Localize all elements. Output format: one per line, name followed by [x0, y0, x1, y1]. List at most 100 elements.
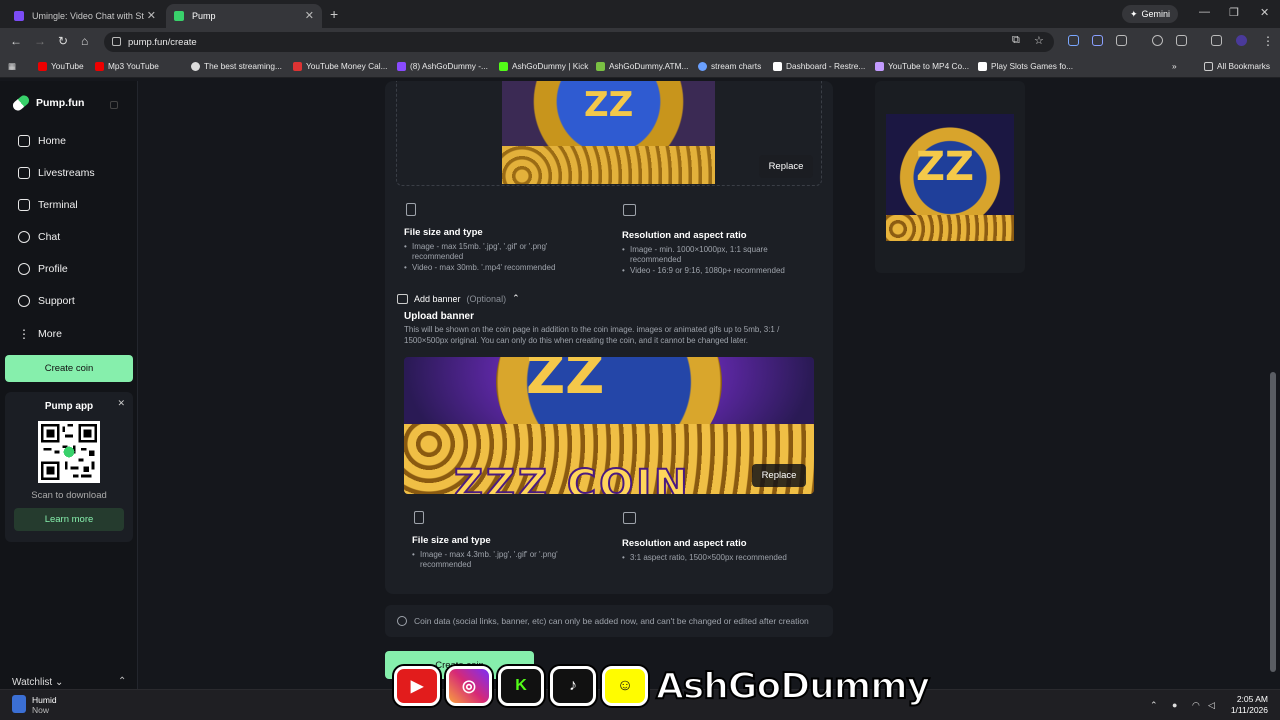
- home-icon[interactable]: ⌂: [81, 34, 88, 48]
- new-tab-icon[interactable]: +: [330, 6, 338, 22]
- close-icon[interactable]: ✕: [117, 398, 125, 409]
- create-coin-sidebar-button[interactable]: Create coin: [5, 355, 133, 382]
- sidebar-item-support[interactable]: Support: [18, 295, 75, 307]
- bookmark-atm[interactable]: AshGoDummy.ATM...: [596, 61, 688, 71]
- bookmark-kick[interactable]: AshGoDummy | Kick: [499, 61, 588, 71]
- forward-icon[interactable]: →: [34, 34, 46, 48]
- info-icon: [397, 616, 407, 626]
- address-bar[interactable]: pump.fun/create: [104, 32, 1054, 52]
- candlestick-icon: [18, 199, 30, 211]
- tab-pump[interactable]: Pump ✕: [166, 4, 322, 28]
- sidebar-item-home[interactable]: Home: [18, 135, 66, 147]
- bookmark-slots[interactable]: Play Slots Games fo...: [978, 61, 1073, 71]
- clock-date: 1/11/2026: [1230, 705, 1268, 715]
- extensions-puzzle-icon[interactable]: [1116, 35, 1127, 46]
- requirement-item: Image - max 4.3mb. '.jpg', '.gif' or '.p…: [412, 550, 582, 571]
- file-icon: [414, 511, 424, 524]
- bookmark-youtube[interactable]: YouTube: [38, 61, 84, 71]
- bookmark-streaming[interactable]: The best streaming...: [191, 61, 282, 71]
- collapse-sidebar-icon[interactable]: [110, 101, 118, 109]
- bookmark-yt-mp4[interactable]: YouTube to MP4 Co...: [875, 61, 969, 71]
- calculator-icon: [293, 61, 302, 71]
- bookmark-label: Mp3 YouTube: [108, 61, 159, 71]
- replace-image-button[interactable]: Replace: [759, 155, 813, 178]
- watchlist-label: Watchlist: [12, 677, 53, 688]
- scan-to-download-text: Scan to download: [31, 490, 107, 501]
- all-bookmarks-button[interactable]: All Bookmarks: [1204, 61, 1270, 71]
- close-tab-icon[interactable]: ✕: [147, 9, 156, 22]
- history-icon[interactable]: [1152, 35, 1163, 46]
- volume-icon[interactable]: ◁: [1208, 700, 1215, 711]
- bookmark-label: Dashboard - Restre...: [786, 61, 866, 71]
- wifi-icon[interactable]: ◠: [1192, 700, 1200, 711]
- image-icon: [397, 293, 408, 304]
- coin-pile-art: [502, 146, 715, 184]
- site-info-icon[interactable]: [112, 37, 121, 46]
- gemini-button[interactable]: ✦ Gemini: [1122, 5, 1179, 23]
- add-banner-toggle[interactable]: Add banner (Optional) ⌃: [397, 293, 520, 304]
- file-size-title: File size and type: [404, 227, 483, 238]
- snapchat-icon: ☺: [602, 666, 648, 706]
- install-app-icon[interactable]: ⧉: [1012, 34, 1020, 47]
- reading-mode-icon[interactable]: [1211, 35, 1222, 46]
- close-tab-icon[interactable]: ✕: [305, 9, 314, 22]
- learn-more-button[interactable]: Learn more: [14, 508, 124, 531]
- bookmark-label: YouTube: [51, 61, 84, 71]
- profile-avatar-icon[interactable]: [1236, 35, 1247, 46]
- requirement-item: Video - max 30mb. '.mp4' recommended: [404, 263, 589, 274]
- resolution-title: Resolution and aspect ratio: [622, 538, 747, 549]
- sidebar-item-more[interactable]: ⋮ More: [18, 327, 62, 341]
- bookmark-star-icon[interactable]: ☆: [1034, 34, 1044, 47]
- tab-umingle[interactable]: Umingle: Video Chat with Stran ✕: [6, 4, 164, 28]
- home-icon: [18, 135, 30, 147]
- expand-watchlist-icon[interactable]: ⌃: [118, 676, 126, 687]
- optional-label: (Optional): [466, 293, 507, 304]
- sidebar-item-livestreams[interactable]: Livestreams: [18, 167, 95, 179]
- extension-star-icon[interactable]: [1092, 35, 1103, 46]
- brand-name: Pump.fun: [36, 97, 85, 109]
- browser-nav-bar: ← → ↻ ⌂ pump.fun/create ⧉ ☆ ⋮: [0, 28, 1280, 56]
- headset-icon: [18, 295, 30, 307]
- sidebar-item-terminal[interactable]: Terminal: [18, 199, 78, 211]
- bookmark-twitch[interactable]: (8) AshGoDummy -...: [397, 61, 488, 71]
- clock-time: 2:05 AM: [1236, 694, 1268, 704]
- replace-banner-button[interactable]: Replace: [752, 464, 806, 487]
- minimize-icon[interactable]: —: [1199, 6, 1210, 18]
- system-clock[interactable]: 2:05 AM 1/11/2026: [1224, 694, 1268, 716]
- tab-search-icon[interactable]: [1176, 35, 1187, 46]
- file-icon: [406, 203, 416, 216]
- bookmark-stream-charts[interactable]: stream charts: [698, 61, 761, 71]
- reload-icon[interactable]: ↻: [58, 34, 68, 48]
- brand-logo[interactable]: Pump.fun: [10, 93, 85, 113]
- tray-overflow-icon[interactable]: ⌃: [1150, 700, 1158, 711]
- pump-app-title: Pump app: [44, 401, 94, 412]
- bookmark-label: stream charts: [711, 61, 762, 71]
- close-window-icon[interactable]: ✕: [1260, 6, 1269, 19]
- bookmark-mp3-youtube[interactable]: Mp3 YouTube: [95, 61, 159, 71]
- restore-icon[interactable]: ❐: [1229, 6, 1239, 19]
- apps-grid-icon[interactable]: ▦: [8, 61, 16, 71]
- sidebar-item-label: More: [38, 328, 62, 340]
- weather-widget[interactable]: Humid Now: [12, 695, 57, 715]
- tiktok-icon: ♪: [550, 666, 596, 706]
- browser-tab-bar: Umingle: Video Chat with Stran ✕ Pump ✕ …: [0, 0, 1280, 28]
- sidebar-item-profile[interactable]: Profile: [18, 263, 68, 275]
- image-resolution-requirements: Resolution and aspect ratio Image - min.…: [622, 230, 812, 276]
- requirement-item: Image - min. 1000×1000px, 1:1 square rec…: [622, 245, 812, 266]
- page-scrollbar[interactable]: [1270, 372, 1276, 672]
- microphone-icon[interactable]: ●: [1172, 700, 1177, 710]
- sidebar-item-label: Livestreams: [38, 167, 95, 179]
- extension-shield-icon[interactable]: [1068, 35, 1079, 46]
- banner-resolution-requirements: Resolution and aspect ratio 3:1 aspect r…: [622, 538, 812, 563]
- watchlist-toggle[interactable]: Watchlist ⌄: [12, 677, 63, 688]
- back-icon[interactable]: ←: [10, 34, 22, 48]
- tab-title: Umingle: Video Chat with Stran: [32, 11, 144, 21]
- kick-icon: [499, 61, 508, 71]
- preview-zzz-art: ZZ: [916, 144, 975, 190]
- bookmark-money-calc[interactable]: YouTube Money Cal...: [293, 61, 387, 71]
- channel-name: AshGoDummy: [655, 665, 931, 708]
- bookmark-restream[interactable]: Dashboard - Restre...: [773, 61, 865, 71]
- more-bookmarks-icon[interactable]: »: [1172, 61, 1177, 71]
- menu-kebab-icon[interactable]: ⋮: [1262, 34, 1274, 48]
- sidebar-item-chat[interactable]: Chat: [18, 231, 60, 243]
